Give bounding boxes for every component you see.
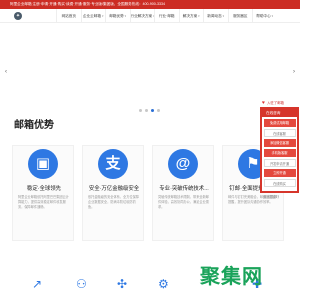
feature-title: 安全·万亿金融级安全 (88, 186, 140, 192)
watermark-logo: 聚集网 (200, 264, 263, 288)
logo-icon[interactable]: ✦ (14, 12, 22, 20)
nav-item-help[interactable]: 帮助中心▾ (252, 9, 277, 23)
main-nav: 网站首页 企业云邮箱▾ 邮箱优势▾ 行业解决方案▾ 行业·邮箱 解决方案▾ 新闻… (56, 9, 277, 23)
nav-item-cloud-mail[interactable]: 企业云邮箱▾ (80, 9, 106, 23)
share-icon: ↗ (32, 277, 43, 291)
feature-card[interactable]: @ 专业·突破传统技术... 突破传统邮箱技术限制，带来全新邮件体验，高效协同办… (152, 145, 214, 241)
nav-item-advantages[interactable]: 邮箱优势▾ (105, 9, 130, 23)
feature-description: 阿里企业邮箱依托阿里巴巴集团云计算能力，提供高效稳定邮件收发服务，保障邮件通畅。 (18, 195, 69, 209)
float-panel-box: 在线咨询 免费试用邮箱 在线客服 添加微信客服 手机版客服 开发申请开通 立即开… (260, 107, 299, 193)
passport-icon: ▣ (28, 149, 58, 179)
chevron-down-icon: ▾ (271, 14, 274, 18)
feature-title: 专业·突破传统技术... (159, 186, 209, 192)
at-icon: @ (168, 149, 198, 179)
float-item-wechat-service[interactable]: 添加微信客服 (263, 139, 296, 147)
carousel-dot[interactable] (139, 109, 142, 112)
feature-cards: ▣ 稳定·全球领先 阿里企业邮箱依托阿里巴巴集团云计算能力，提供高效稳定邮件收发… (12, 145, 284, 241)
feature-card[interactable]: 支 安全·万亿金融级安全 依托金融级的安全体系，全方位保障企业数据安全，防病毒防… (82, 145, 144, 241)
topbar-announcement: 阿里企业邮箱 注册·申请·开通·购买·续费·开通·服务·专业版/集团版，全国服务… (0, 0, 300, 9)
site-header: ✦ 网站首页 企业云邮箱▾ 邮箱优势▾ 行业解决方案▾ 行业·邮箱 解决方案▾ … (0, 9, 300, 23)
float-item-mobile-service[interactable]: 手机版客服 (263, 149, 296, 157)
carousel-dot[interactable] (157, 109, 160, 112)
nav-item-news[interactable]: 新闻动态▾ (203, 9, 228, 23)
float-item-free-trial[interactable]: 免费试用邮箱 (263, 119, 296, 127)
carousel-prev-icon[interactable]: ‹ (5, 69, 7, 75)
back-to-top-button[interactable]: 返回顶部↑ (260, 193, 300, 201)
chevron-down-icon: ▾ (124, 14, 127, 18)
feature-description: 依托金融级的安全体系，全方位保障企业数据安全，防病毒防垃圾防钓鱼。 (88, 195, 139, 209)
chevron-down-icon: ▾ (101, 14, 104, 18)
nav-item-home[interactable]: 网站首页 (56, 9, 81, 23)
chevron-down-icon: ▾ (198, 14, 200, 18)
network-icon: ✣ (117, 277, 128, 291)
feature-card[interactable]: ▣ 稳定·全球领先 阿里企业邮箱依托阿里巴巴集团云计算能力，提供高效稳定邮件收发… (12, 145, 74, 241)
carousel-next-icon[interactable]: › (293, 69, 295, 75)
heart-icon: ♥ (262, 99, 265, 106)
users-icon: ⚇ (76, 277, 87, 291)
float-item-buy-online[interactable]: 在线购买 (263, 179, 296, 187)
section-title: 邮箱优势 (14, 120, 54, 131)
floating-service-panel: ♥ 入驻了邮箱 在线咨询 免费试用邮箱 在线客服 添加微信客服 手机版客服 开发… (260, 98, 300, 201)
arrow-up-icon: ↑ (277, 195, 280, 199)
chevron-down-icon: ▾ (222, 14, 225, 18)
feature-title: 稳定·全球领先 (26, 186, 62, 192)
carousel-dot-active[interactable] (151, 109, 154, 112)
float-item-open-now[interactable]: 立即开通 (263, 169, 296, 177)
nav-item-solutions[interactable]: 解决方案▾ (178, 9, 204, 23)
float-item-apply[interactable]: 开发申请开通 (263, 159, 296, 167)
nav-item-industry-mail[interactable]: 行业·邮箱 (154, 9, 179, 23)
nav-item-industry-solutions[interactable]: 行业解决方案▾ (129, 9, 154, 23)
float-panel-header: ♥ 入驻了邮箱 (262, 99, 284, 106)
feature-description: 突破传统邮箱技术限制，带来全新邮件体验，高效协同办公，满足企业需求。 (158, 195, 209, 209)
hero-carousel: ‹ › (0, 23, 300, 118)
nav-item-servers[interactable]: 服务器区 (227, 9, 253, 23)
carousel-dots (139, 109, 160, 112)
carousel-dot[interactable] (145, 109, 148, 112)
alipay-icon: 支 (98, 149, 128, 179)
float-item-online-service[interactable]: 在线客服 (263, 129, 296, 137)
float-panel-title: 在线咨询 (262, 109, 297, 117)
gear-icon: ⚙ (158, 277, 169, 291)
